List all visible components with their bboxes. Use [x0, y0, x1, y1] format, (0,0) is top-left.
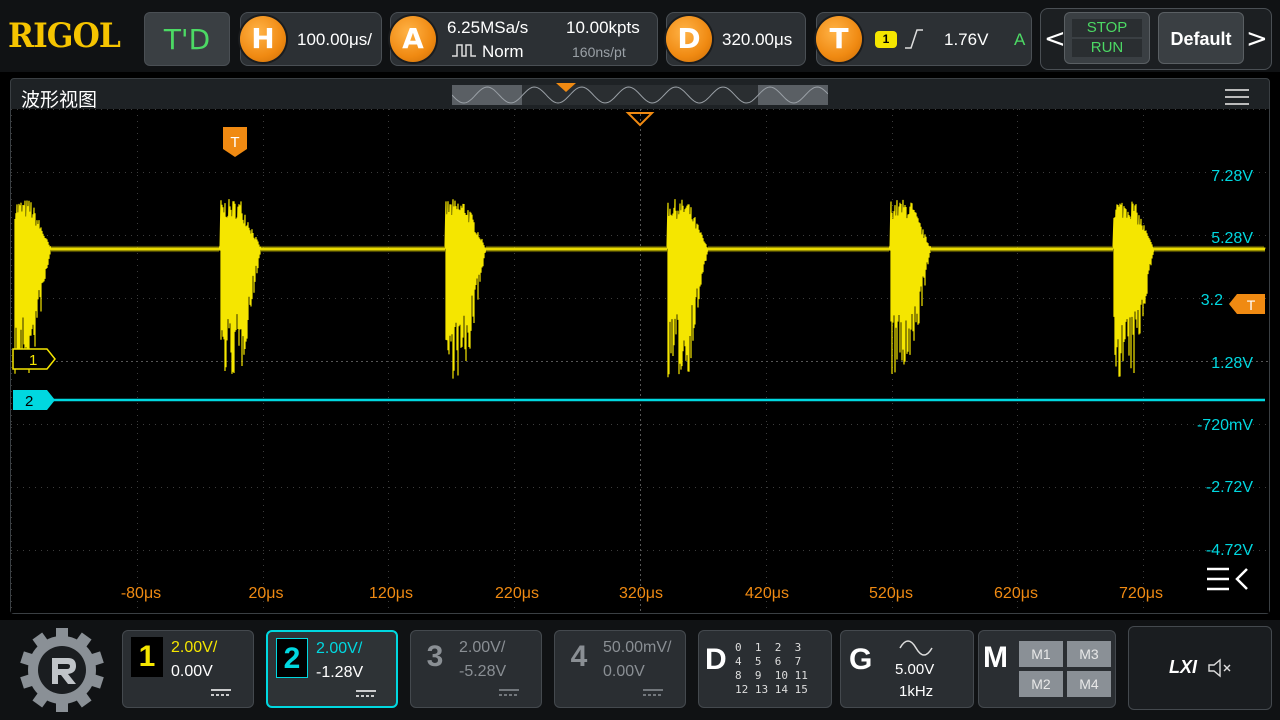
y-tick-label: 1.28V [1211, 355, 1253, 372]
channel-1-scale: 2.00V/ [171, 639, 218, 656]
default-button[interactable]: Default [1158, 12, 1244, 64]
y-tick-label: 7.28V [1211, 168, 1253, 185]
speaker-muted-icon[interactable] [1207, 657, 1233, 679]
digital-row: 12 13 14 15 [735, 683, 808, 696]
math-m3[interactable]: M3 [1067, 641, 1111, 667]
ch2-ground-marker [13, 390, 55, 410]
waveform-window[interactable]: 波形视图 7.28V 5.28V 3.2 1.28V -720mV -2.72V -4.72… [10, 78, 1270, 614]
stop-run-button[interactable]: STOP RUN [1064, 12, 1150, 64]
channel-1-box[interactable]: 1 2.00V/ 0.00V [122, 630, 254, 708]
x-tick-label: 720μs [1119, 585, 1163, 602]
dc-coupling-icon [211, 689, 231, 696]
y-tick-label: 5.28V [1211, 230, 1253, 247]
lxi-logo: LXI [1169, 657, 1198, 677]
generator-frequency: 1kHz [899, 683, 934, 700]
digital-label: D [705, 643, 727, 676]
channel-3-scale: 2.00V/ [459, 639, 506, 656]
generator-amplitude: 5.00V [895, 661, 935, 678]
horizontal-scale-value: 100.00μs/ [297, 30, 373, 49]
trigger-position-label: T [230, 134, 239, 151]
ch1-marker-label: 1 [29, 352, 37, 369]
x-tick-label: 20μs [248, 585, 283, 602]
dc-coupling-icon [356, 690, 376, 697]
channel-1-offset: 0.00V [171, 663, 213, 680]
acquire-icon: A [390, 16, 436, 62]
chevron-left-icon[interactable]: < [1044, 24, 1066, 54]
channel-2-scale: 2.00V/ [316, 640, 363, 657]
x-tick-label: 220μs [495, 585, 539, 602]
menu-icon[interactable] [1225, 89, 1249, 105]
y-tick-label: -720mV [1197, 417, 1253, 434]
scope-display[interactable]: 7.28V 5.28V 3.2 1.28V -720mV -2.72V -4.72V -80… [11, 109, 1269, 613]
math-m4[interactable]: M4 [1067, 671, 1111, 697]
trigger-source-badge: 1 [875, 31, 897, 48]
y-tick-label: -4.72V [1206, 542, 1253, 559]
channel-4-box[interactable]: 4 50.00mV/ 0.00V [554, 630, 686, 708]
run-label: RUN [1072, 39, 1142, 57]
digital-row: 0 1 2 3 [735, 641, 802, 654]
x-tick-label: -80μs [121, 585, 161, 602]
rising-edge-icon [903, 28, 925, 50]
sample-interval: 160ns/pt [572, 44, 626, 60]
chevron-right-icon[interactable]: > [1246, 24, 1268, 54]
top-toolbar: RIGOL T'D H 100.00μs/ A 6.25MSa/s Norm 1… [0, 0, 1280, 72]
trigger-level-label: T [1247, 297, 1256, 313]
ch2-marker-label: 2 [25, 393, 33, 410]
dc-coupling-icon [643, 689, 663, 696]
channel-4-offset: 0.00V [603, 663, 645, 680]
math-m1[interactable]: M1 [1019, 641, 1063, 667]
digital-channels-box[interactable]: D 0 1 2 3 4 5 6 7 8 9 10 11 12 13 14 15 [698, 630, 832, 708]
memory-depth: 10.00kpts [566, 18, 640, 37]
x-tick-label: 620μs [994, 585, 1038, 602]
channel-2-box[interactable]: 2 2.00V/ -1.28V [266, 630, 398, 708]
trigger-level: 1.76V [944, 30, 989, 49]
dc-coupling-icon [499, 689, 519, 696]
channel-1-number: 1 [131, 637, 163, 677]
generator-box[interactable]: G 5.00V 1kHz [840, 630, 974, 708]
delay-value: 320.00μs [722, 30, 793, 49]
x-tick-label: 120μs [369, 585, 413, 602]
window-title: 波形视图 [21, 89, 98, 111]
y-tick-label: -2.72V [1206, 479, 1253, 496]
trigger-icon: T [816, 16, 862, 62]
td-mode-button[interactable]: T'D [144, 12, 230, 66]
x-tick-label: 520μs [869, 585, 913, 602]
channel-4-scale: 50.00mV/ [603, 639, 672, 656]
delay-icon: D [666, 16, 712, 62]
stop-label: STOP [1072, 19, 1142, 37]
channel-2-offset: -1.28V [316, 664, 364, 681]
channel-3-offset: -5.28V [459, 663, 507, 680]
digital-row: 8 9 10 11 [735, 669, 808, 682]
horizontal-icon: H [240, 16, 286, 62]
home-gear-icon[interactable] [14, 628, 110, 712]
trigger-mode: A [1014, 30, 1026, 49]
memory-overview-bar[interactable] [452, 83, 828, 107]
channel-3-number: 3 [426, 640, 444, 673]
generator-label: G [849, 643, 873, 676]
math-label: M [983, 641, 1008, 674]
status-box: LXI [1128, 626, 1272, 710]
x-tick-label: 420μs [745, 585, 789, 602]
bottom-toolbar: 1 2.00V/ 0.00V 2 2.00V/ -1.28V 3 2.00V/ … [0, 620, 1280, 720]
channel-4-number: 4 [570, 640, 588, 673]
digital-channel-grid: 0 1 2 3 4 5 6 7 8 9 10 11 12 13 14 15 [735, 641, 808, 697]
x-axis-labels: -80μs 20μs 120μs 220μs 320μs 420μs 520μs 620μs 7… [121, 585, 1163, 602]
channel-3-box[interactable]: 3 2.00V/ -5.28V [410, 630, 542, 708]
sample-rate: 6.25MSa/s [447, 18, 529, 37]
rigol-logo: RIGOL [8, 16, 121, 56]
channel-2-number: 2 [276, 638, 308, 678]
digital-row: 4 5 6 7 [735, 655, 802, 668]
acquire-mode: Norm [482, 42, 524, 61]
y-tick-label: 3.2 [1201, 292, 1223, 309]
x-tick-label: 320μs [619, 585, 663, 602]
math-box[interactable]: M M1 M3 M2 M4 [978, 630, 1116, 708]
math-m2[interactable]: M2 [1019, 671, 1063, 697]
sine-wave-icon [899, 640, 933, 656]
norm-mode-icon [452, 42, 476, 58]
